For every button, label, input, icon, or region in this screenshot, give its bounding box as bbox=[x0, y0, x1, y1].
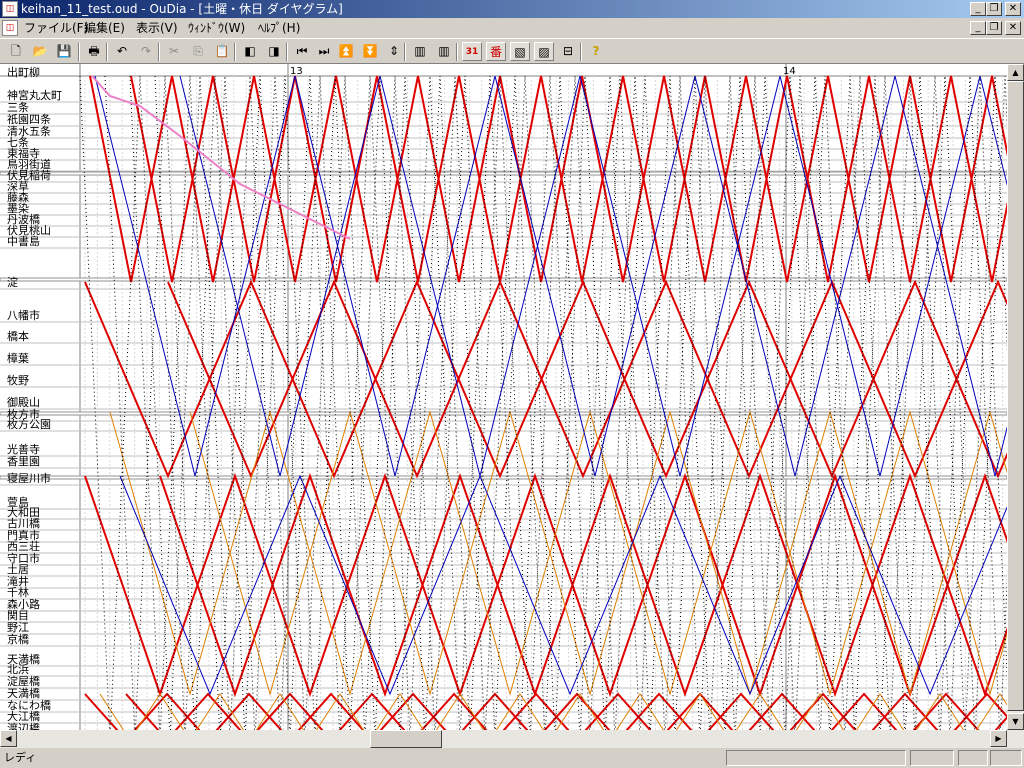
station-label: 寝屋川市 bbox=[7, 472, 51, 485]
vertical-scrollbar[interactable]: ▲ ▼ bbox=[1007, 64, 1024, 730]
section-divider bbox=[0, 277, 1007, 282]
prev-page-icon[interactable]: ◧ bbox=[240, 42, 260, 61]
doc-close-button[interactable]: ✕ bbox=[1005, 21, 1021, 35]
time-scale-icon[interactable]: 31 bbox=[462, 42, 482, 61]
cut-icon[interactable]: ✂ bbox=[164, 42, 184, 61]
bottom-icon[interactable]: ⏬ bbox=[360, 42, 380, 61]
title-bar: ◫ keihan_11_test.oud - OuDia - [土曜・休日 ダイ… bbox=[0, 0, 1024, 18]
toolbar-separator bbox=[456, 43, 458, 61]
station-label: 京橋 bbox=[7, 633, 29, 646]
toolbar-separator bbox=[234, 43, 236, 61]
grid-1-icon[interactable]: ▥ bbox=[410, 42, 430, 61]
doc-restore-button[interactable]: ❐ bbox=[986, 21, 1002, 35]
horizontal-scrollbar[interactable]: ◀ ▶ bbox=[0, 730, 1024, 748]
document-icon[interactable]: ◫ bbox=[2, 20, 18, 36]
status-text: レディ bbox=[4, 751, 37, 764]
print-icon[interactable]: 🖶 bbox=[84, 42, 104, 61]
doc-minimize-button[interactable]: _ bbox=[970, 21, 986, 35]
status-panel bbox=[990, 750, 1022, 766]
station-label: 淀 bbox=[7, 276, 18, 289]
hour-label: 14 bbox=[783, 66, 796, 77]
status-panel bbox=[726, 750, 906, 766]
section-divider bbox=[0, 411, 1007, 416]
scroll-up-arrow-icon[interactable]: ▲ bbox=[1007, 64, 1024, 81]
close-button[interactable]: ✕ bbox=[1005, 2, 1021, 16]
toolbar-separator bbox=[158, 43, 160, 61]
station-label: 枚方公園 bbox=[7, 418, 51, 431]
horizontal-scroll-thumb[interactable] bbox=[370, 730, 442, 748]
time-axis-header bbox=[0, 64, 1007, 76]
up-trains-icon[interactable]: ▨ bbox=[534, 42, 554, 61]
down-trains-icon[interactable]: ▧ bbox=[510, 42, 530, 61]
minimize-button[interactable]: _ bbox=[970, 2, 986, 16]
toolbar: 🗋 📂 💾 🖶 ↶ ↷ ✂ ⎘ 📋 ◧ ◨ ⏮ ⏭ ⏫ ⏬ ⇕ ▥ ▥ 31 番 ▧ ▨ ⊟? bbox=[0, 38, 1024, 64]
redo-icon[interactable]: ↷ bbox=[136, 42, 156, 61]
copy-icon[interactable]: ⎘ bbox=[188, 42, 208, 61]
app-icon[interactable]: ◫ bbox=[2, 1, 18, 17]
menu-help[interactable]: ﾍﾙﾌﾟ(H) bbox=[258, 20, 300, 36]
station-label: 八幡市 bbox=[7, 309, 40, 322]
menu-bar: ◫ ファイル(F) 編集(E) 表示(V) ｳｨﾝﾄﾞｳ(W) ﾍﾙﾌﾟ(H) … bbox=[0, 18, 1024, 38]
vertical-scroll-thumb[interactable] bbox=[1007, 81, 1024, 711]
last-icon[interactable]: ⏭ bbox=[314, 42, 334, 61]
status-bar: レディ bbox=[0, 748, 1024, 768]
status-panel bbox=[958, 750, 988, 766]
grid-2-icon[interactable]: ▥ bbox=[434, 42, 454, 61]
scroll-right-arrow-icon[interactable]: ▶ bbox=[990, 730, 1007, 747]
station-label: 牧野 bbox=[7, 374, 29, 387]
station-label: 出町柳 bbox=[7, 66, 40, 79]
menu-view[interactable]: 表示(V) bbox=[136, 20, 178, 36]
menu-edit[interactable]: 編集(E) bbox=[84, 20, 125, 36]
new-file-icon[interactable]: 🗋 bbox=[6, 42, 26, 61]
scroll-down-arrow-icon[interactable]: ▼ bbox=[1007, 713, 1024, 730]
paste-icon[interactable]: 📋 bbox=[212, 42, 232, 61]
diagram-view[interactable]: 13 14 出町柳 神宮丸太町 三条 祇園四条 清水五条 七条 東福寺 鳥羽街道 伏見稲荷 深草 藤森… bbox=[0, 64, 1007, 730]
first-icon[interactable]: ⏮ bbox=[292, 42, 312, 61]
toolbar-separator bbox=[404, 43, 406, 61]
menu-file[interactable]: ファイル(F) bbox=[24, 20, 88, 36]
save-icon[interactable]: 💾 bbox=[54, 42, 74, 61]
station-label: 樟葉 bbox=[7, 352, 29, 365]
toolbar-separator bbox=[286, 43, 288, 61]
station-label: 香里園 bbox=[7, 455, 40, 468]
menu-window[interactable]: ｳｨﾝﾄﾞｳ(W) bbox=[188, 20, 245, 36]
maximize-button[interactable]: ❐ bbox=[986, 2, 1002, 16]
center-icon[interactable]: ⇕ bbox=[384, 42, 404, 61]
train-number-icon[interactable]: 番 bbox=[486, 42, 506, 61]
toolbar-separator bbox=[78, 43, 80, 61]
undo-icon[interactable]: ↶ bbox=[112, 42, 132, 61]
station-label: 橋本 bbox=[7, 330, 29, 343]
train-diagram-canvas[interactable]: 13 14 bbox=[0, 64, 1007, 730]
section-divider bbox=[0, 475, 1007, 480]
status-panel bbox=[910, 750, 954, 766]
station-label: 中書島 bbox=[7, 235, 40, 248]
open-folder-icon[interactable]: 📂 bbox=[30, 42, 50, 61]
window-title: keihan_11_test.oud - OuDia - [土曜・休日 ダイヤグ… bbox=[21, 2, 343, 16]
next-page-icon[interactable]: ◨ bbox=[264, 42, 284, 61]
stop-icon[interactable]: ⊟ bbox=[558, 42, 578, 61]
toolbar-separator bbox=[580, 43, 582, 61]
scroll-left-arrow-icon[interactable]: ◀ bbox=[0, 730, 17, 747]
help-icon[interactable]: ? bbox=[586, 42, 606, 61]
hour-label: 13 bbox=[290, 66, 303, 77]
express-train-line[interactable] bbox=[84, 279, 1007, 479]
toolbar-separator bbox=[106, 43, 108, 61]
top-icon[interactable]: ⏫ bbox=[336, 42, 356, 61]
